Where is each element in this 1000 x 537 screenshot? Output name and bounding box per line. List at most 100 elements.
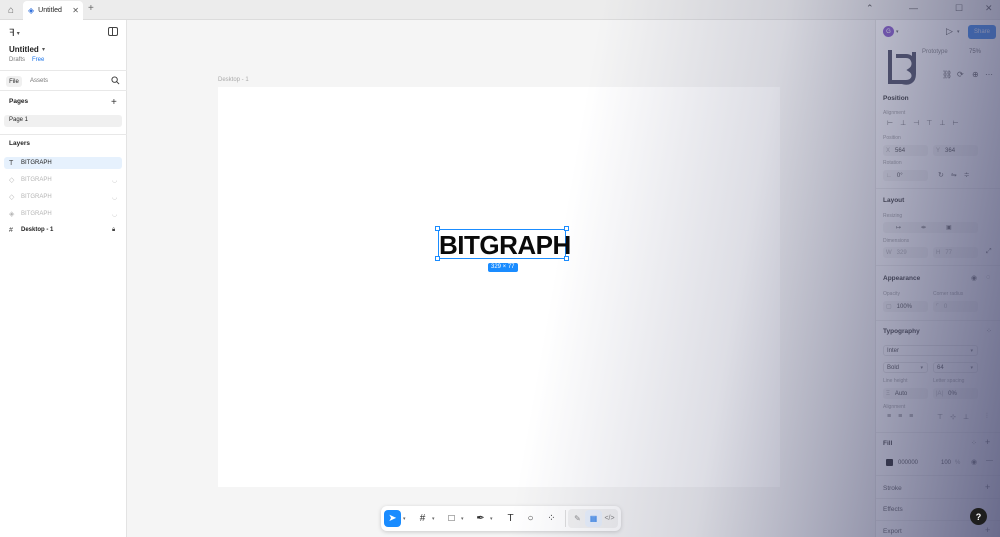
component-create-icon[interactable]: ⟳ — [957, 70, 964, 79]
flip-icons[interactable]: ↻⇋≑ — [938, 171, 977, 179]
add-export-plus-icon[interactable]: + — [985, 525, 990, 535]
alignment-icons[interactable]: ⊢⊥⊣⊤⊥⊢ — [887, 119, 966, 127]
brand-logo-icon — [884, 46, 922, 88]
resize-handle[interactable] — [564, 226, 569, 231]
corner-radius-input[interactable]: ⌜ 0 — [933, 301, 978, 312]
minimize-icon[interactable]: — — [909, 3, 918, 13]
height-input[interactable]: H 77 — [933, 247, 978, 258]
x-input[interactable]: X 564 — [883, 145, 928, 156]
layer-item-frame[interactable]: # Desktop - 1 🔒︎ — [4, 224, 122, 236]
canvas[interactable]: Desktop - 1 — [127, 20, 875, 537]
remove-fill-icon[interactable]: — — [986, 457, 993, 464]
move-tool-icon[interactable]: ➤ — [384, 510, 401, 527]
present-play-icon[interactable]: ▷ — [946, 26, 953, 37]
rotation-input[interactable]: ∟ 0° — [883, 170, 928, 181]
plan-badge[interactable]: Free — [32, 57, 44, 63]
chevron-down-icon[interactable]: ▾ — [896, 29, 899, 35]
line-height-value: Auto — [894, 390, 908, 397]
selected-text-layer[interactable]: BITGRAPH — [438, 229, 571, 260]
more-icon[interactable]: ⋯ — [985, 70, 993, 79]
maximize-icon[interactable]: ☐ — [955, 3, 963, 14]
fill-opacity-input[interactable]: 100% — [938, 457, 964, 468]
close-icon[interactable]: ✕ — [72, 6, 79, 15]
chevron-down-icon[interactable]: ▾ — [403, 516, 406, 522]
draw-mode-icon[interactable]: ✎ — [569, 510, 586, 527]
y-input[interactable]: Y 364 — [933, 145, 978, 156]
layer-item-component[interactable]: ◈ BITGRAPH ◡ — [4, 208, 122, 220]
resize-handle[interactable] — [435, 226, 440, 231]
layer-item-text[interactable]: T BITGRAPH — [4, 157, 122, 169]
tab-assets[interactable]: Assets — [30, 78, 48, 84]
resize-handle[interactable] — [435, 256, 440, 261]
resizing-options[interactable]: ↦⇹▣ — [883, 222, 978, 233]
visibility-eye-icon[interactable]: ◉ — [971, 274, 977, 282]
lock-icon[interactable]: 🔒︎ — [112, 227, 115, 234]
add-stroke-plus-icon[interactable]: + — [985, 482, 990, 492]
pen-tool-icon[interactable]: ✒ — [472, 510, 489, 527]
opacity-input[interactable]: ▢ 100% — [883, 301, 928, 312]
dev-mode-icon[interactable]: </> — [601, 510, 618, 527]
hidden-eye-icon[interactable]: ◡ — [112, 211, 117, 218]
link-icon[interactable]: ⛓︎ — [942, 70, 952, 79]
tab-untitled[interactable]: ◈ Untitled ✕ — [23, 1, 83, 20]
layer-item-component[interactable]: ◇ BITGRAPH ◡ — [4, 191, 122, 203]
zoom-level[interactable]: 75% — [969, 49, 981, 55]
avatar[interactable]: G — [883, 26, 894, 37]
text-align-icons[interactable]: ≡≡≡ — [887, 413, 920, 420]
vertical-align-icons[interactable]: ⊤⊹⊥ — [937, 413, 976, 421]
left-sidebar: ꟻ ▾ Untitled ▾ Drafts Free File Assets P… — [0, 20, 127, 537]
page-item-label: Page 1 — [9, 117, 29, 123]
fill-color-swatch[interactable] — [886, 459, 893, 466]
window-close-icon[interactable]: ✕ — [985, 3, 993, 14]
add-fill-plus-icon[interactable]: + — [985, 437, 990, 447]
resize-handle[interactable] — [564, 256, 569, 261]
text-tool-icon[interactable]: T — [502, 510, 519, 527]
sidebar-toggle-icon[interactable] — [108, 27, 118, 36]
fill-styles-icon[interactable]: ⁘ — [971, 439, 977, 447]
help-menu-icon[interactable]: ⌃ — [866, 3, 874, 14]
prototype-tab[interactable]: Prototype — [922, 49, 948, 55]
constrain-proportions-icon[interactable]: ⤢ — [986, 248, 992, 256]
hidden-eye-icon[interactable]: ◡ — [112, 194, 117, 201]
frame-tool-icon[interactable]: # — [414, 510, 431, 527]
new-tab-plus-icon[interactable]: + — [88, 3, 94, 14]
position-title: Position — [883, 95, 909, 102]
app-logo-icon: ꟻ — [9, 28, 15, 39]
layer-item-component[interactable]: ◇ BITGRAPH ◡ — [4, 174, 122, 186]
type-settings-icon[interactable]: ⫶ — [986, 413, 988, 421]
boolean-icon[interactable]: ⊕ — [972, 70, 979, 79]
search-icon[interactable] — [111, 76, 120, 85]
font-family-select[interactable]: Inter ▾ — [883, 345, 978, 356]
fill-hex-input[interactable]: 000000 — [895, 457, 940, 468]
file-name[interactable]: Untitled — [9, 45, 39, 54]
line-height-input[interactable]: Ξ Auto — [883, 388, 928, 399]
help-button[interactable]: ? — [970, 508, 987, 525]
font-size-value: 64 — [937, 364, 944, 371]
letter-spacing-label: Letter spacing — [933, 378, 965, 384]
comment-tool-icon[interactable]: ○ — [522, 510, 539, 527]
add-page-plus-icon[interactable]: + — [111, 97, 117, 108]
hidden-eye-icon[interactable]: ◡ — [112, 177, 117, 184]
letter-spacing-input[interactable]: |A| 0% — [933, 388, 978, 399]
home-icon[interactable]: ⌂ — [4, 3, 18, 17]
main-menu-button[interactable]: ꟻ ▾ — [9, 28, 20, 39]
chevron-down-icon[interactable]: ▾ — [957, 29, 960, 35]
fill-visibility-eye-icon[interactable]: ◉ — [971, 458, 977, 466]
width-input[interactable]: W 329 — [883, 247, 928, 258]
blend-mode-icon[interactable]: ◌ — [986, 274, 990, 281]
chevron-down-icon[interactable]: ▾ — [432, 516, 435, 522]
font-size-select[interactable]: 64 ▾ — [933, 362, 978, 373]
chevron-down-icon[interactable]: ▾ — [461, 516, 464, 522]
design-mode-icon[interactable]: ▦ — [585, 510, 602, 527]
tab-file[interactable]: File — [6, 76, 22, 87]
text-styles-icon[interactable]: ⁘ — [986, 327, 992, 335]
share-button[interactable]: Share — [968, 25, 996, 39]
drafts-label[interactable]: Drafts — [9, 57, 25, 63]
chevron-down-icon[interactable]: ▾ — [490, 516, 493, 522]
actions-tool-icon[interactable]: ⁘ — [543, 510, 560, 527]
chevron-down-icon[interactable]: ▾ — [42, 46, 45, 53]
frame-label[interactable]: Desktop - 1 — [218, 77, 249, 83]
font-weight-select[interactable]: Bold ▾ — [883, 362, 928, 373]
artboard-desktop-1[interactable] — [218, 87, 780, 487]
rectangle-tool-icon[interactable]: □ — [443, 510, 460, 527]
